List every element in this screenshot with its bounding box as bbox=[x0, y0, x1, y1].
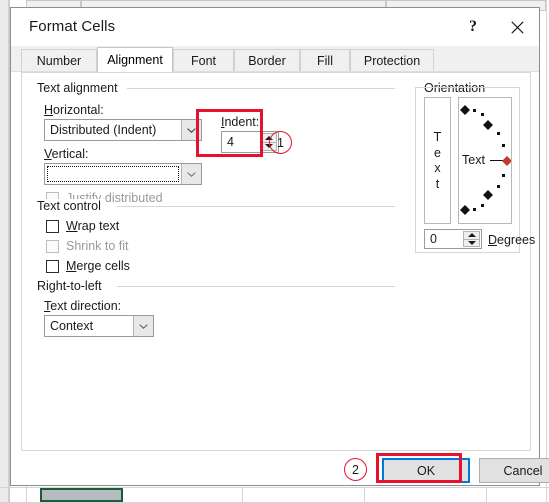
grid-line-v bbox=[242, 487, 243, 502]
orientation-dial[interactable]: Text bbox=[458, 97, 512, 224]
degrees-field[interactable]: 0 bbox=[424, 229, 482, 249]
degrees-spinner-up[interactable] bbox=[463, 231, 480, 239]
vertical-text-stack: T e x t bbox=[424, 97, 451, 224]
vertical-text-letter-t1: T bbox=[433, 130, 442, 144]
group-divider bbox=[117, 206, 395, 207]
vertical-text-letter-x: x bbox=[434, 161, 441, 175]
help-button[interactable]: ? bbox=[451, 8, 495, 46]
annotation-number-1: 1 bbox=[269, 131, 292, 154]
text-direction-value: Context bbox=[50, 319, 94, 333]
tab-fill[interactable]: Fill bbox=[300, 49, 350, 72]
question-mark-icon: ? bbox=[469, 18, 477, 35]
text-control-group-title: Text control bbox=[34, 199, 104, 213]
text-alignment-group-title: Text alignment bbox=[34, 81, 121, 95]
grid-line-v bbox=[486, 487, 487, 502]
vertical-text-letter-t2: t bbox=[435, 176, 440, 191]
vertical-focus-ring bbox=[47, 166, 179, 182]
tab-number[interactable]: Number bbox=[21, 49, 97, 72]
horizontal-label: Horizontal: bbox=[44, 103, 104, 117]
shrink-to-fit-row[interactable]: Shrink to fit bbox=[46, 239, 129, 253]
tab-protection[interactable]: Protection bbox=[350, 49, 434, 72]
format-cells-dialog: Format Cells ? Number Alignment Font Bor… bbox=[10, 7, 549, 486]
spinner-up-icon bbox=[467, 233, 476, 238]
cancel-button[interactable]: Cancel bbox=[479, 458, 549, 483]
vertical-text-letter-e: e bbox=[434, 145, 441, 160]
vertical-dropdown-arrow[interactable] bbox=[181, 164, 201, 184]
vertical-combobox[interactable] bbox=[44, 163, 202, 185]
text-direction-combobox[interactable]: Context bbox=[44, 315, 154, 337]
horizontal-dropdown-arrow[interactable] bbox=[181, 120, 201, 140]
chevron-down-icon bbox=[187, 127, 196, 133]
dialog-title: Format Cells bbox=[29, 18, 116, 35]
dial-tick-marks bbox=[460, 105, 511, 215]
tab-strip: Number Alignment Font Border Fill Protec… bbox=[11, 46, 539, 72]
ok-button[interactable]: OK bbox=[382, 458, 470, 483]
right-to-left-group-title: Right-to-left bbox=[34, 279, 105, 293]
grid-line-v bbox=[364, 487, 365, 502]
degrees-label: Degrees bbox=[488, 233, 536, 247]
row-header-strip bbox=[0, 0, 9, 502]
merge-cells-row[interactable]: Merge cells bbox=[46, 259, 130, 273]
group-divider bbox=[117, 286, 395, 287]
chevron-down-icon bbox=[187, 171, 196, 177]
selected-cell[interactable] bbox=[40, 488, 123, 502]
degrees-spinner[interactable] bbox=[463, 231, 480, 247]
horizontal-value: Distributed (Indent) bbox=[50, 123, 157, 137]
close-icon bbox=[510, 20, 524, 34]
degrees-value: 0 bbox=[430, 232, 437, 246]
grid-line-v bbox=[546, 0, 547, 502]
alignment-panel: Text alignment Horizontal: Distributed (… bbox=[21, 72, 535, 451]
chevron-down-icon bbox=[139, 323, 148, 329]
tab-border[interactable]: Border bbox=[234, 49, 300, 72]
annotation-number-2: 2 bbox=[344, 458, 367, 481]
spinner-down-icon bbox=[467, 240, 476, 245]
wrap-text-label: Wrap text bbox=[66, 219, 120, 233]
close-button[interactable] bbox=[495, 8, 539, 46]
tab-font[interactable]: Font bbox=[173, 49, 234, 72]
merge-cells-checkbox[interactable] bbox=[46, 259, 59, 273]
wrap-text-row[interactable]: Wrap text bbox=[46, 219, 119, 233]
degrees-spinner-down[interactable] bbox=[463, 238, 480, 247]
dialog-title-bar: Format Cells ? bbox=[11, 8, 539, 46]
merge-cells-label: Merge cells bbox=[66, 259, 130, 273]
vertical-label: Vertical: bbox=[44, 147, 89, 161]
shrink-to-fit-checkbox[interactable] bbox=[46, 239, 59, 253]
tab-alignment[interactable]: Alignment bbox=[97, 47, 173, 72]
dial-handle-icon bbox=[502, 156, 511, 166]
text-direction-dropdown-arrow[interactable] bbox=[133, 316, 153, 336]
indent-label: Indent: bbox=[221, 115, 260, 129]
horizontal-combobox[interactable]: Distributed (Indent) bbox=[44, 119, 202, 141]
group-divider bbox=[127, 88, 395, 89]
shrink-to-fit-label: Shrink to fit bbox=[66, 239, 129, 253]
indent-value: 4 bbox=[227, 135, 234, 149]
wrap-text-checkbox[interactable] bbox=[46, 219, 59, 233]
text-direction-label: Text direction: bbox=[44, 299, 122, 313]
